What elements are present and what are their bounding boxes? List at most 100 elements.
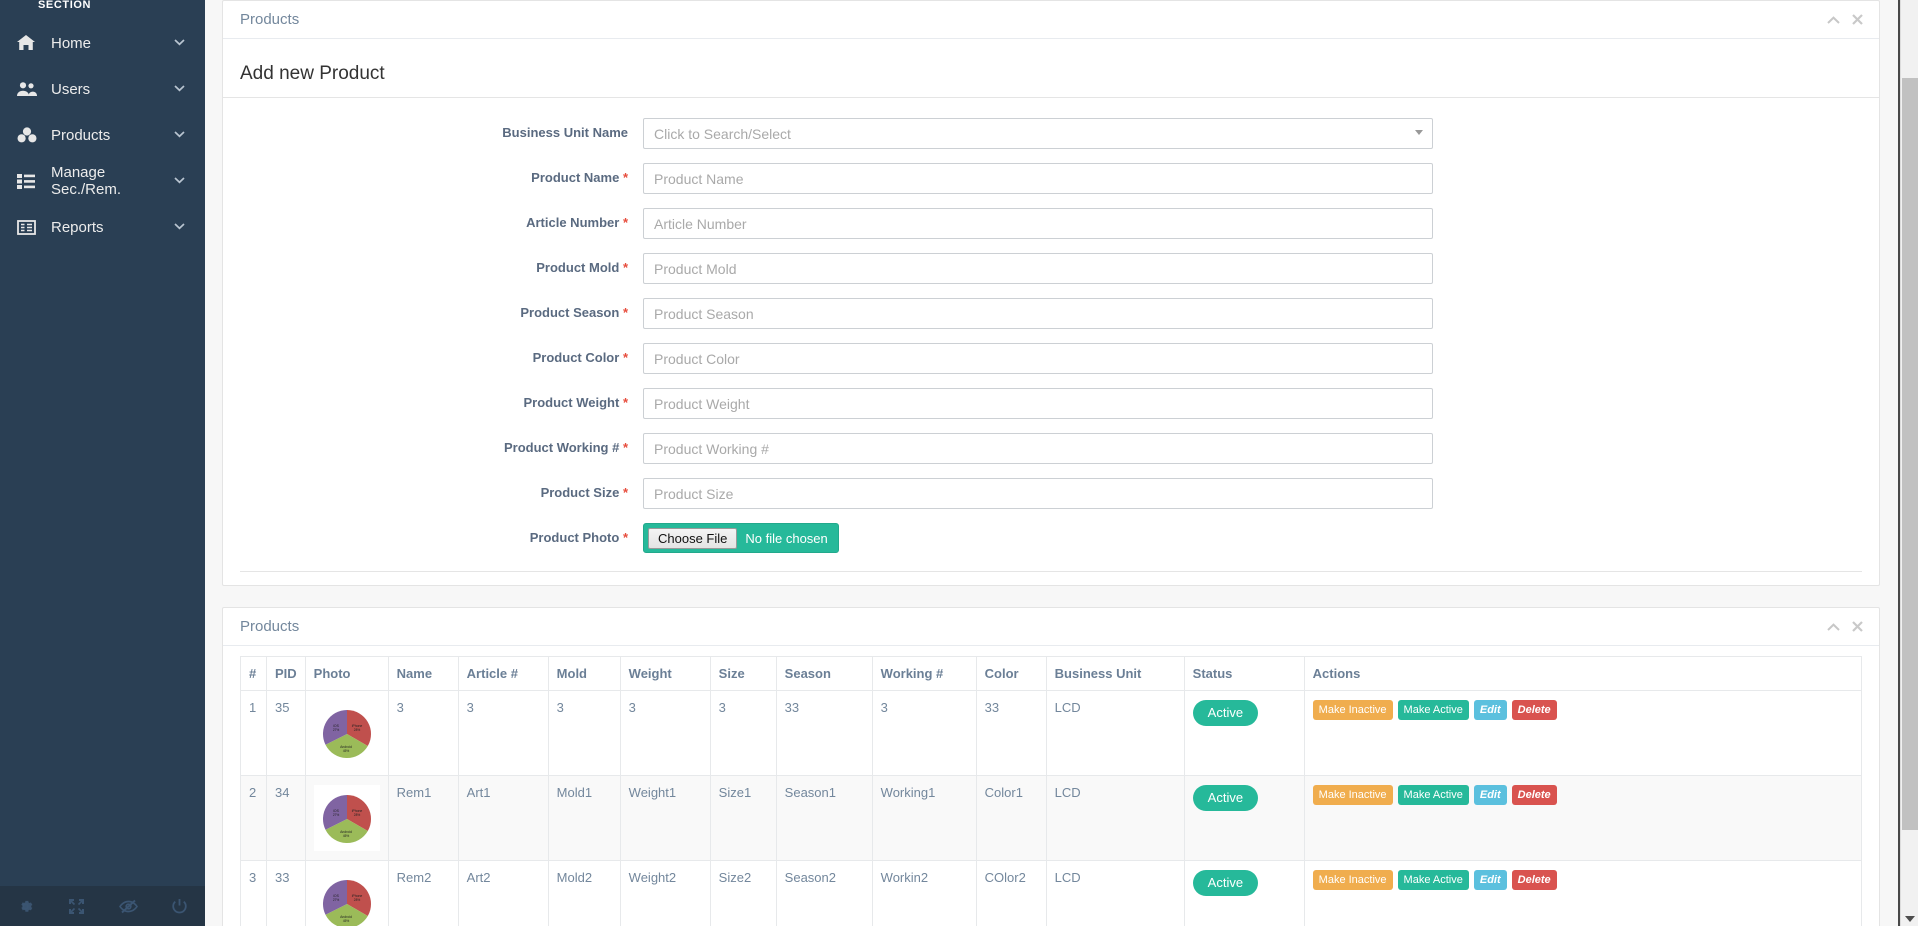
field-label-product-color: Product Color * (223, 343, 643, 365)
scrollbar-thumb[interactable] (1902, 78, 1918, 830)
col-header-num[interactable]: # (240, 656, 267, 691)
cell-num: 2 (240, 775, 267, 861)
col-header-article[interactable]: Article # (457, 656, 549, 691)
product-photo-file-input[interactable]: Choose File No file chosen (643, 523, 839, 553)
field-label-product-working-number: Product Working # * (223, 433, 643, 455)
chevron-down-icon (174, 38, 185, 49)
gear-icon[interactable] (0, 898, 51, 915)
field-row-product-photo: Product Photo * Choose File No file chos… (223, 523, 1879, 553)
sidebar-item-users[interactable]: Users (0, 66, 205, 112)
choose-file-button[interactable]: Choose File (648, 527, 738, 549)
sidebar-item-manage-sec-rem[interactable]: Manage Sec./Rem. (0, 158, 205, 204)
delete-button[interactable]: Delete (1511, 700, 1557, 721)
svg-text:28%: 28% (353, 728, 360, 732)
field-label-business-unit-name: Business Unit Name (223, 118, 643, 140)
close-icon[interactable] (1852, 620, 1863, 634)
field-control-product-color (643, 343, 1433, 374)
table-row[interactable]: 3 33 iPhone 28% Android 45% iOS 27% Rem2… (240, 860, 1863, 926)
product-weight-input[interactable] (643, 388, 1433, 419)
pie-chart-thumbnail[interactable]: iPhone 28% Android 45% iOS 27% (313, 700, 380, 766)
product-mold-input[interactable] (643, 253, 1433, 284)
delete-button[interactable]: Delete (1511, 785, 1557, 806)
col-header-actions[interactable]: Actions (1303, 656, 1863, 691)
table-head: # PID Photo Name Article # Mold Weight S… (240, 656, 1863, 691)
make-inactive-button[interactable]: Make Inactive (1312, 785, 1393, 806)
edit-button[interactable]: Edit (1473, 870, 1507, 891)
cell-photo: iPhone 28% Android 45% iOS 27% (304, 860, 389, 926)
col-header-name[interactable]: Name (387, 656, 459, 691)
chevron-up-icon[interactable] (1827, 620, 1840, 633)
field-label-product-size: Product Size * (223, 478, 643, 500)
business-unit-name-select[interactable] (643, 118, 1433, 149)
field-control-product-mold (643, 253, 1433, 284)
report-icon (17, 219, 39, 235)
product-season-input[interactable] (643, 298, 1433, 329)
label-text: Product Size (540, 485, 620, 500)
cell-working: Workin2 (871, 860, 977, 926)
sidebar-item-reports[interactable]: Reports (0, 204, 205, 250)
make-active-button[interactable]: Make Active (1397, 700, 1469, 721)
list-icon (17, 173, 39, 189)
svg-text:45%: 45% (342, 919, 349, 923)
required-asterisk: * (622, 350, 628, 365)
product-name-input[interactable] (643, 163, 1433, 194)
field-control-product-size (643, 478, 1433, 509)
make-inactive-button[interactable]: Make Inactive (1312, 870, 1393, 891)
col-header-pid[interactable]: PID (266, 656, 306, 691)
products-table-wrap: # PID Photo Name Article # Mold Weight S… (223, 646, 1879, 926)
cell-working: Working1 (871, 775, 977, 861)
panel-tools (1827, 620, 1863, 634)
col-header-business-unit[interactable]: Business Unit (1045, 656, 1185, 691)
delete-button[interactable]: Delete (1511, 870, 1557, 891)
sidebar-section-label: SECTION (38, 0, 92, 11)
sidebar-item-reports-label: Reports (51, 218, 104, 236)
pie-chart-thumbnail[interactable]: iPhone 28% Android 45% iOS 27% (313, 785, 380, 851)
vertical-scrollbar[interactable] (1900, 0, 1918, 926)
edit-button[interactable]: Edit (1473, 785, 1507, 806)
fullscreen-icon[interactable] (51, 898, 102, 915)
table-body: 1 35 iPhone 28% Android 45% iOS 27% 3 3 … (240, 690, 1863, 926)
pie-chart-thumbnail[interactable]: iPhone 28% Android 45% iOS 27% (313, 870, 380, 926)
cell-actions: Make Inactive Make Active Edit Delete (1303, 860, 1863, 926)
form-heading-wrap: Add new Product (223, 39, 1879, 98)
chevron-up-icon[interactable] (1827, 13, 1840, 26)
sidebar-item-manage-sec-rem-label: Manage Sec./Rem. (51, 164, 122, 198)
col-header-working[interactable]: Working # (871, 656, 977, 691)
cell-actions: Make Inactive Make Active Edit Delete (1303, 775, 1863, 861)
cell-article: 3 (457, 690, 549, 776)
sidebar-item-products[interactable]: Products (0, 112, 205, 158)
cell-weight: Weight2 (619, 860, 711, 926)
file-status-text: No file chosen (745, 530, 828, 546)
edit-button[interactable]: Edit (1473, 700, 1507, 721)
col-header-photo[interactable]: Photo (304, 656, 389, 691)
make-active-button[interactable]: Make Active (1397, 785, 1469, 806)
col-header-mold[interactable]: Mold (547, 656, 621, 691)
make-active-button[interactable]: Make Active (1397, 870, 1469, 891)
col-header-season[interactable]: Season (775, 656, 873, 691)
svg-text:27%: 27% (332, 813, 339, 817)
cell-business-unit: LCD (1045, 775, 1185, 861)
col-header-status[interactable]: Status (1183, 656, 1305, 691)
make-inactive-button[interactable]: Make Inactive (1312, 700, 1393, 721)
product-size-input[interactable] (643, 478, 1433, 509)
sidebar-item-home[interactable]: Home (0, 20, 205, 66)
power-icon[interactable] (154, 898, 205, 915)
col-header-color[interactable]: Color (975, 656, 1047, 691)
close-icon[interactable] (1852, 13, 1863, 27)
table-row[interactable]: 1 35 iPhone 28% Android 45% iOS 27% 3 3 … (240, 690, 1863, 776)
scroll-down-arrow-icon[interactable] (1905, 916, 1915, 922)
field-control-product-photo: Choose File No file chosen (643, 523, 1433, 553)
users-icon (17, 81, 39, 97)
article-number-input[interactable] (643, 208, 1433, 239)
table-row[interactable]: 2 34 iPhone 28% Android 45% iOS 27% Rem1… (240, 775, 1863, 861)
col-header-weight[interactable]: Weight (619, 656, 711, 691)
product-working-number-input[interactable] (643, 433, 1433, 464)
cell-season: 33 (775, 690, 873, 776)
form-heading: Add new Product (240, 63, 385, 84)
main-content: Products Add new Product Business Unit N… (205, 0, 1918, 926)
table-header-row: # PID Photo Name Article # Mold Weight S… (240, 656, 1863, 691)
product-color-input[interactable] (643, 343, 1433, 374)
col-header-size[interactable]: Size (709, 656, 777, 691)
eye-slash-icon[interactable] (103, 899, 154, 914)
panel-header: Products (223, 608, 1879, 646)
